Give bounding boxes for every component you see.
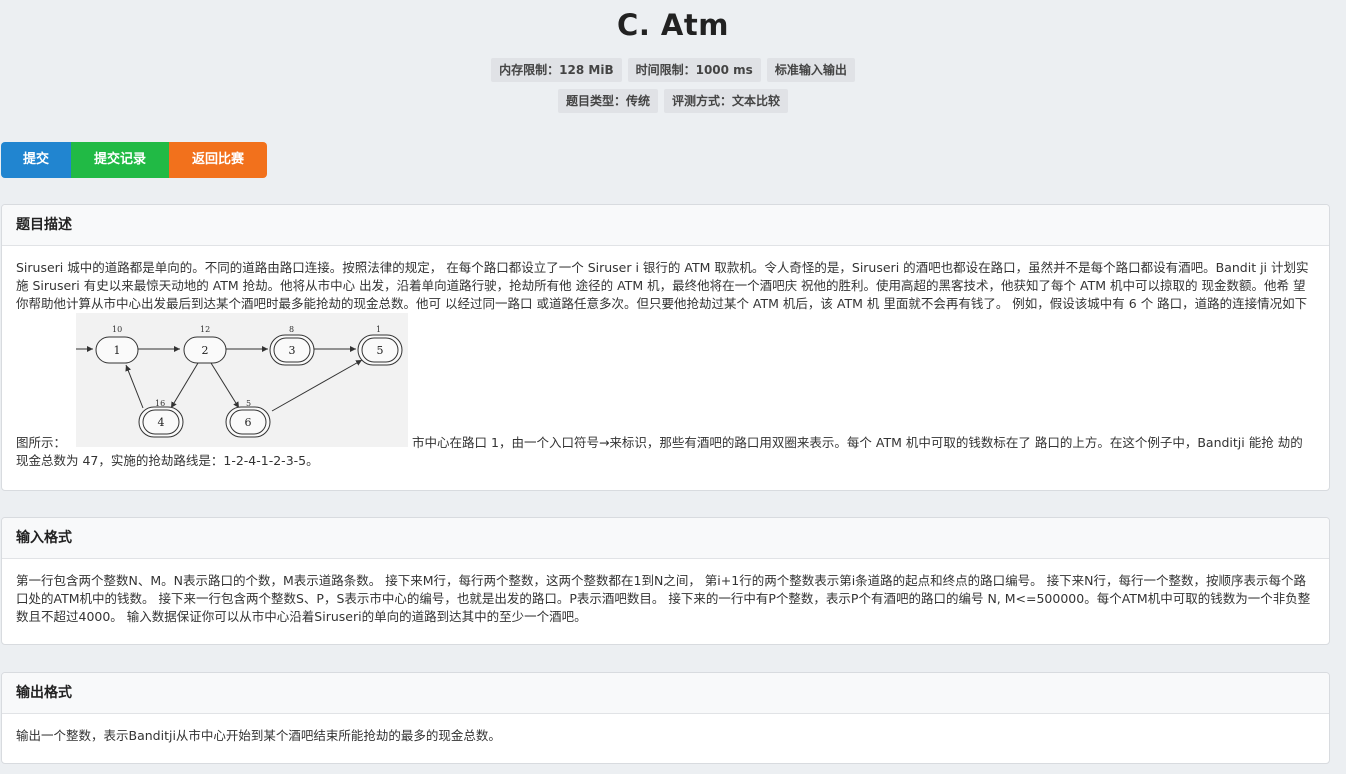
node-3-label: 3 [289,344,296,357]
node-5-money: 1 [376,325,381,334]
node-5-label: 5 [377,344,384,357]
description-heading: 题目描述 [2,205,1329,246]
problem-title: C. Atm [617,8,729,42]
input-format-body: 第一行包含两个整数N、M。N表示路口的个数，M表示道路条数。 接下来M行，每行两… [16,573,1311,624]
submit-button[interactable]: 提交 [1,142,71,178]
description-body: Siruseri 城中的道路都是单向的。不同的道路由路口连接。按照法律的规定， … [2,246,1329,480]
node-3-money: 8 [289,325,294,334]
node-4-label: 4 [158,416,165,429]
problem-type-tag: 题目类型：传统 [557,89,658,113]
submission-records-button[interactable]: 提交记录 [71,142,169,178]
back-to-contest-button[interactable]: 返回比赛 [169,142,267,178]
meta-row-1: 内存限制：128 MiB 时间限制：1000 ms 标准输入输出 [0,58,1346,82]
node-2-label: 2 [202,344,209,357]
output-format-panel: 输出格式 输出一个整数，表示Banditji从市中心开始到某个酒吧结束所能抢劫的… [1,672,1330,764]
time-limit-tag: 时间限制：1000 ms [627,58,761,82]
node-6-label: 6 [245,416,252,429]
node-2-money: 12 [200,325,210,334]
output-format-body: 输出一个整数，表示Banditji从市中心开始到某个酒吧结束所能抢劫的最多的现金… [16,728,501,743]
description-panel: 题目描述 Siruseri 城中的道路都是单向的。不同的道路由路口连接。按照法律… [1,204,1330,491]
io-type-tag: 标准输入输出 [766,58,855,82]
output-format-heading: 输出格式 [2,673,1329,714]
meta-row-2: 题目类型：传统 评测方式：文本比较 [0,89,1346,113]
action-button-group: 提交 提交记录 返回比赛 [1,142,267,178]
judge-mode-tag: 评测方式：文本比较 [664,89,789,113]
graph-figure: 10 1 12 2 8 3 1 5 16 4 5 6 [76,313,409,447]
node-1-label: 1 [114,344,121,357]
memory-limit-tag: 内存限制：128 MiB [491,58,622,82]
input-format-heading: 输入格式 [2,518,1329,559]
input-format-panel: 输入格式 第一行包含两个整数N、M。N表示路口的个数，M表示道路条数。 接下来M… [1,517,1330,645]
node-1-money: 10 [112,325,122,334]
